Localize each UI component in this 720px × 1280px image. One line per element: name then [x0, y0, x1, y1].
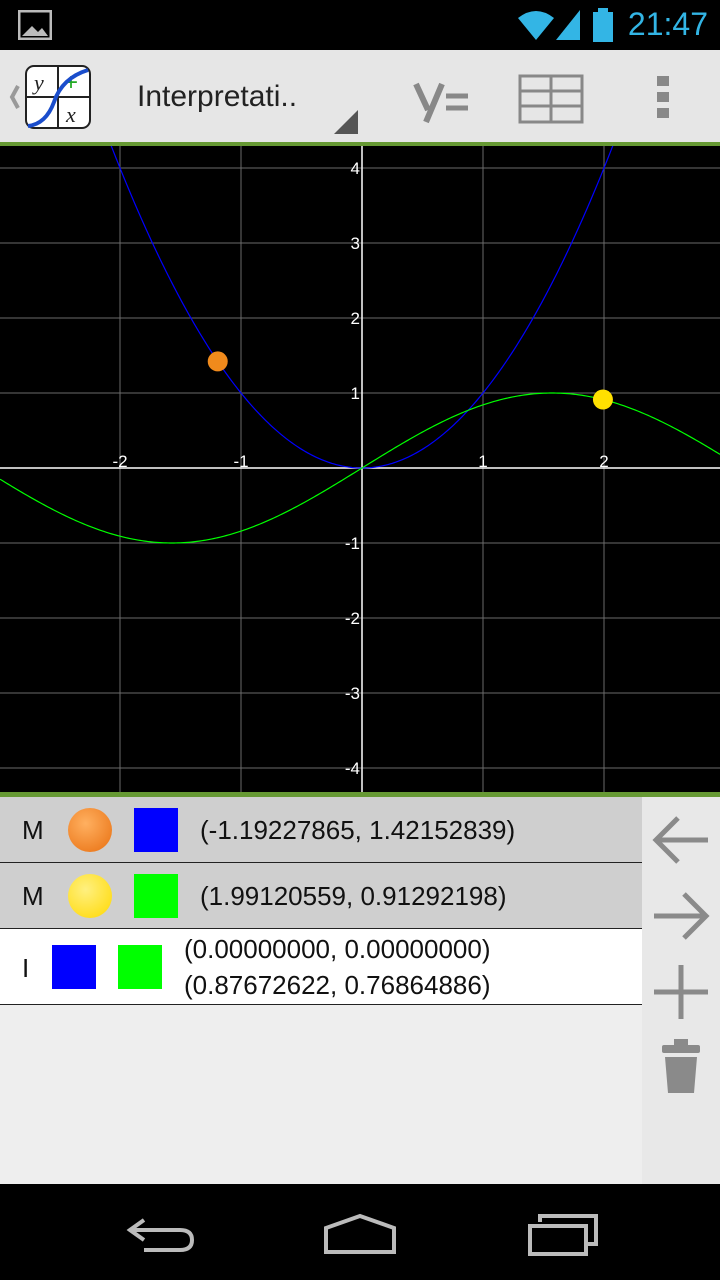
back-icon[interactable] — [124, 1214, 196, 1254]
list-item[interactable]: M (1.99120559, 0.91292198) — [0, 863, 642, 929]
orange-point-marker — [68, 808, 112, 852]
blue-curve-swatch — [134, 808, 178, 852]
y-tick-label: 1 — [351, 384, 360, 403]
navigation-bar — [0, 1184, 720, 1280]
green-curve-swatch — [118, 945, 162, 989]
y-tick-label: -4 — [345, 759, 360, 778]
overflow-menu-icon[interactable] — [656, 74, 670, 120]
intersection-coords-2: (0.87672622, 0.76864886) — [184, 970, 491, 1000]
y-tick-label: 2 — [351, 309, 360, 328]
item-kind: M — [22, 881, 44, 911]
signal-icon — [556, 10, 580, 40]
list-item[interactable]: I (0.00000000, 0.00000000) (0.87672622, … — [0, 929, 642, 1005]
clock: 21:47 — [627, 6, 708, 42]
y-tick-label: -1 — [345, 534, 360, 553]
x-tick-label: 1 — [478, 452, 487, 471]
x-tick-label: 2 — [599, 452, 608, 471]
y-tick-label: 4 — [351, 159, 360, 178]
spinner-arrow-icon[interactable] — [334, 110, 360, 134]
image-notification-icon — [18, 10, 52, 40]
green-curve-swatch — [134, 874, 178, 918]
graph-canvas[interactable]: -2 -1 1 2 4 3 2 1 -1 -2 -3 -4 — [0, 92, 720, 844]
home-icon[interactable] — [322, 1212, 398, 1254]
arrow-right-icon[interactable] — [652, 891, 710, 941]
intersection-coords-1: (0.00000000, 0.00000000) — [184, 934, 491, 964]
svg-text:y: y — [32, 70, 44, 95]
panel-toolbar — [642, 797, 720, 1184]
item-kind: I — [22, 953, 30, 983]
point-coords: (1.99120559, 0.91292198) — [200, 881, 507, 911]
list-item[interactable]: M (-1.19227865, 1.42152839) — [0, 797, 642, 863]
trash-icon[interactable] — [660, 1037, 702, 1095]
results-list: M (-1.19227865, 1.42152839) M (1.9912055… — [0, 797, 642, 1005]
curve-point-marker[interactable] — [207, 351, 228, 372]
x-tick-label: -1 — [233, 452, 248, 471]
intersections-panel: M (-1.19227865, 1.42152839) M (1.9912055… — [0, 792, 720, 1184]
point-coords: (-1.19227865, 1.42152839) — [200, 815, 516, 845]
app-logo-icon[interactable]: y + x — [6, 64, 92, 130]
yellow-point-marker — [68, 874, 112, 918]
y-tick-label: -3 — [345, 684, 360, 703]
curve-point-marker[interactable] — [592, 389, 613, 410]
item-kind: M — [22, 815, 44, 845]
y-tick-label: -2 — [345, 609, 360, 628]
battery-icon — [593, 8, 613, 42]
x-tick-label: -2 — [112, 452, 127, 471]
y-equals-icon[interactable] — [410, 76, 470, 124]
blue-curve-swatch — [52, 945, 96, 989]
recent-apps-icon[interactable] — [526, 1214, 598, 1256]
page-title[interactable]: Interpretati.. — [137, 80, 297, 114]
status-bar: 21:47 — [0, 0, 720, 50]
table-icon[interactable] — [518, 74, 584, 124]
wifi-icon — [518, 11, 554, 40]
add-icon[interactable] — [652, 963, 710, 1021]
svg-text:x: x — [65, 102, 76, 127]
arrow-left-icon[interactable] — [652, 815, 710, 865]
y-tick-label: 3 — [351, 234, 360, 253]
action-bar: y + x Interpretati.. — [0, 50, 720, 146]
